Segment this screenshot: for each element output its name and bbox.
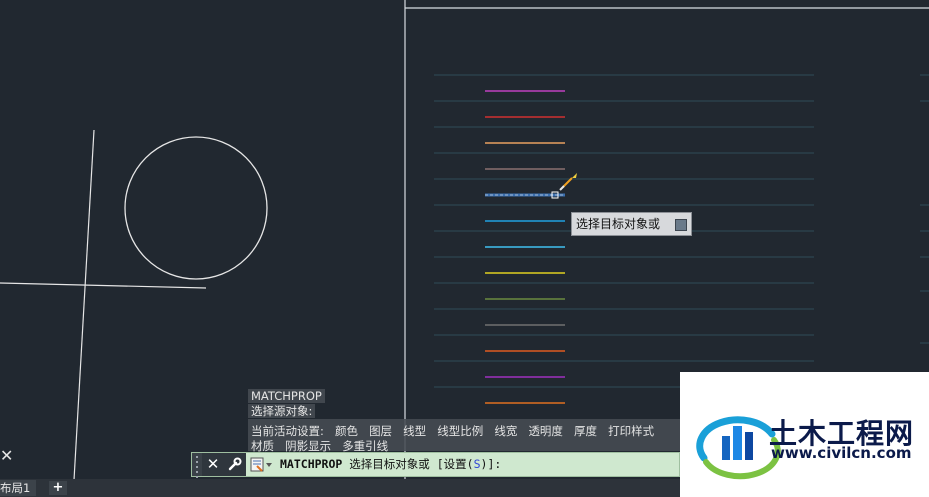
add-layout-button[interactable]: + xyxy=(49,481,67,495)
close-icon[interactable]: ✕ xyxy=(202,453,224,476)
dynamic-input-tooltip: 选择目标对象或 xyxy=(571,212,692,236)
setting-multileader[interactable]: 多重引线 xyxy=(342,439,388,453)
setting-linetype[interactable]: 线型 xyxy=(403,424,426,438)
command-line[interactable]: ✕ MATCHPROP 选择目标对象或 [设置(S)]: xyxy=(191,452,680,478)
setting-material[interactable]: 材质 xyxy=(251,439,274,453)
option-settings-label: 设置( xyxy=(443,457,474,471)
drawing-line-horizontal[interactable] xyxy=(0,282,207,289)
option-bracket-open: [ xyxy=(436,457,444,471)
setting-plot-style[interactable]: 打印样式 xyxy=(608,424,654,438)
logo-url: www.civilcn.com xyxy=(771,444,912,462)
layout-tab-bar: 布局1 + xyxy=(0,479,680,497)
command-name: MATCHPROP xyxy=(280,457,343,471)
history-line-select-source: 选择源对象: xyxy=(248,404,316,418)
setting-thickness[interactable]: 厚度 xyxy=(574,424,597,438)
option-settings-key: S xyxy=(473,457,481,471)
option-bracket-close: ]: xyxy=(487,457,502,471)
tooltip-dropdown-icon[interactable] xyxy=(675,219,687,231)
history-line-command: MATCHPROP xyxy=(248,389,325,403)
setting-lineweight[interactable]: 线宽 xyxy=(494,424,517,438)
option-settings[interactable]: 设置(S) xyxy=(444,457,488,471)
customize-wrench-icon[interactable] xyxy=(224,453,246,476)
command-prompt-text: 选择目标对象或 xyxy=(349,457,430,471)
paintbrush-icon xyxy=(559,173,577,191)
setting-linetype-scale[interactable]: 线型比例 xyxy=(437,424,483,438)
drawing-circle[interactable] xyxy=(124,136,268,280)
setting-shadow-display[interactable]: 阴影显示 xyxy=(285,439,331,453)
setting-transparency[interactable]: 透明度 xyxy=(528,424,563,438)
drawing-line-vertical[interactable] xyxy=(73,129,95,480)
command-prompt[interactable]: MATCHPROP 选择目标对象或 [设置(S)]: xyxy=(280,456,501,472)
history-settings-panel: 当前活动设置: 颜色 图层 线型 线型比例 线宽 透明度 厚度 打印样式 材质 … xyxy=(248,419,680,453)
tab-layout1[interactable]: 布局1 xyxy=(0,480,37,496)
command-line-grip[interactable] xyxy=(192,453,202,478)
tooltip-text: 选择目标对象或 xyxy=(576,217,661,231)
sample-lines xyxy=(485,90,565,404)
recent-commands-icon[interactable] xyxy=(250,457,274,473)
ucs-cross-icon: ✕ xyxy=(0,446,13,465)
watermark-logo: 土木工程网 www.civilcn.com xyxy=(680,372,929,497)
